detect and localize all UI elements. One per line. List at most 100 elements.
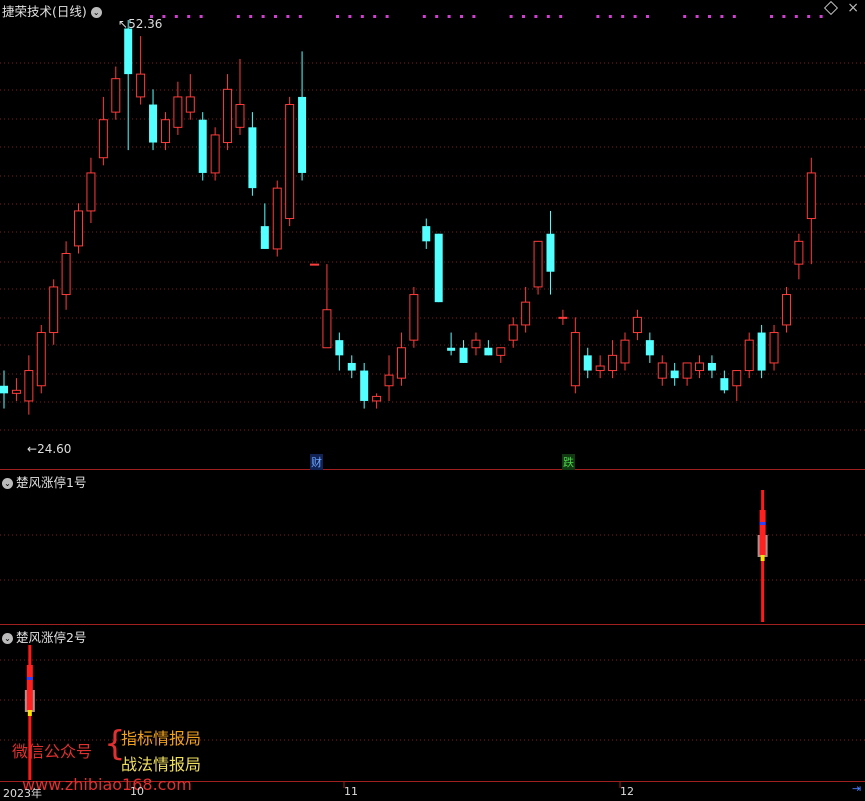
candle-body (74, 210, 84, 247)
top-dot-marker (385, 15, 389, 18)
top-dot-marker (807, 15, 811, 18)
arrow-icon: ← (27, 442, 38, 456)
top-dot-marker (596, 15, 600, 18)
top-dot-marker (360, 15, 364, 18)
candle-body (372, 395, 382, 402)
candle-body (310, 263, 319, 266)
top-dot-marker (274, 15, 277, 18)
top-dot-marker (187, 15, 191, 18)
main-panel-title: 捷荣技术(日线) (2, 4, 87, 19)
top-dot-marker (608, 15, 612, 18)
top-dot-marker (708, 15, 711, 18)
top-dot-marker (695, 15, 699, 18)
top-dot-marker (646, 15, 649, 18)
sub-panel-2-title: 楚风涨停2号 (16, 630, 87, 645)
candle-body (111, 78, 121, 113)
x-axis-label-nov: 11 (344, 785, 358, 798)
candle-body (185, 96, 195, 113)
sub-panel-1-header: ⌄ 楚风涨停1号 (2, 472, 86, 491)
top-dot-marker (732, 15, 736, 18)
top-dot-marker (336, 15, 339, 18)
candle-body (447, 347, 456, 351)
candle-body (570, 332, 580, 387)
top-dot-marker (249, 15, 253, 18)
signal-2-rocket-core (26, 665, 33, 710)
candle-body (670, 370, 679, 379)
top-dot-marker (559, 15, 563, 18)
top-dot-marker (162, 15, 166, 18)
candle-body (360, 370, 369, 401)
top-dot-marker (633, 15, 637, 18)
candle-body (781, 294, 791, 326)
candle-body (260, 226, 269, 249)
watermark-url: www.zhibiao168.com (22, 775, 192, 794)
chevron-down-icon[interactable]: ⌄ (90, 7, 102, 18)
arrow-icon: ↖ (118, 17, 129, 31)
top-dot-marker (720, 15, 724, 18)
top-dot-marker (373, 15, 377, 18)
axis-scroll-icon[interactable]: ⇥ (852, 782, 861, 795)
candle-body (422, 226, 431, 242)
close-icon[interactable]: × (847, 0, 859, 16)
chevron-down-icon[interactable]: ⌄ (2, 633, 13, 644)
candle-body (322, 309, 332, 349)
candle-body (757, 332, 766, 371)
candle-body (533, 240, 543, 288)
candle-body (707, 362, 716, 371)
top-dot-marker (460, 15, 463, 18)
candle-body (484, 347, 493, 356)
candle-body (471, 339, 481, 349)
wechat-label: 微信公众号 (12, 742, 93, 761)
signal-1-rocket-core (759, 510, 766, 555)
top-dot-marker (472, 15, 476, 18)
top-dot-marker (534, 15, 538, 18)
top-dot-marker (199, 15, 203, 18)
top-dot-marker (770, 15, 773, 18)
watermark-line-2: 战法情报局 (121, 755, 202, 774)
sub-panel-1-title: 楚风涨停1号 (16, 475, 87, 490)
candle-body (732, 370, 742, 387)
sub-panel-2-header: ⌄ 楚风涨停2号 (2, 627, 86, 646)
candle-body (657, 362, 667, 379)
candle-body (49, 286, 59, 334)
candle-body (806, 172, 816, 220)
candle-body (546, 233, 555, 272)
candle-body (248, 127, 257, 189)
candle-body (409, 294, 419, 341)
chevron-down-icon[interactable]: ⌄ (2, 478, 13, 489)
candle-body (384, 374, 394, 387)
candle-body (136, 73, 146, 98)
event-marker-finance[interactable]: 财 (310, 454, 323, 470)
candle-body (496, 347, 506, 356)
candle-body (124, 28, 133, 75)
signal-1-rocket-flame (760, 555, 765, 561)
candle-body (36, 332, 46, 387)
candle-body (695, 362, 705, 372)
candle-body (608, 354, 618, 372)
top-dot-marker (236, 15, 240, 18)
x-axis-label-oct: 10 (130, 785, 144, 798)
signal-2-rocket-band (26, 677, 33, 680)
candle-body (558, 316, 568, 319)
candle-body (720, 378, 729, 391)
candle-body (620, 339, 630, 364)
candle-body (272, 187, 282, 250)
top-dot-marker (286, 15, 290, 18)
top-dot-marker (422, 15, 426, 18)
candle-body (583, 355, 592, 371)
candle-body (223, 88, 233, 144)
event-marker-fall[interactable]: 跌 (562, 454, 575, 470)
candle-body (149, 104, 158, 143)
candle-body (173, 96, 183, 128)
top-dot-marker (298, 15, 302, 18)
chart-canvas[interactable] (0, 0, 865, 801)
candle-body (86, 172, 96, 212)
top-dot-marker (782, 15, 786, 18)
candle-body (24, 370, 34, 402)
candle-body (396, 347, 406, 379)
candle-body (595, 365, 605, 372)
top-dot-marker (819, 15, 823, 18)
candle-body (508, 324, 518, 341)
top-dot-marker (261, 15, 265, 18)
chart-window[interactable]: 捷荣技术(日线) ⌄ × ↖52.36 ←24.60 财 跌 ⌄ 楚风涨停1号 ⌄… (0, 0, 865, 801)
